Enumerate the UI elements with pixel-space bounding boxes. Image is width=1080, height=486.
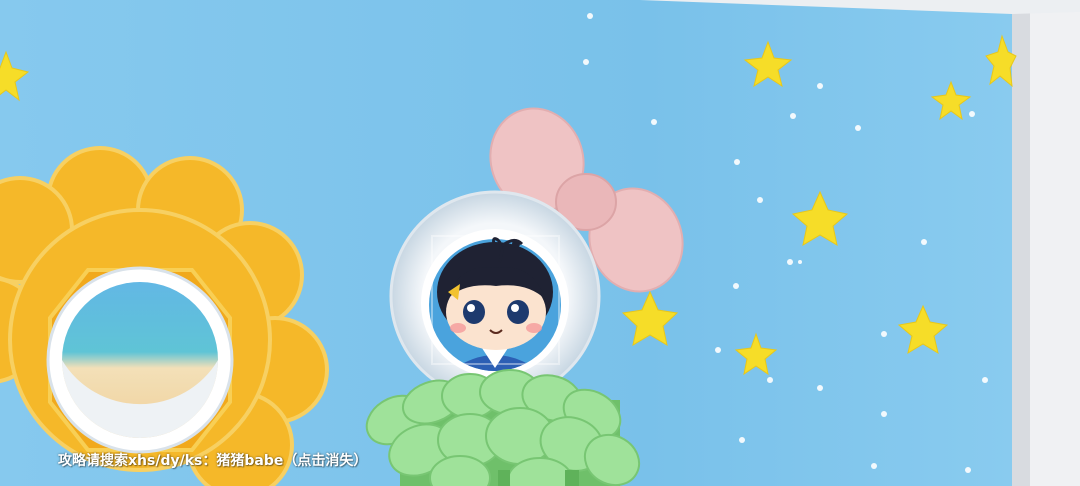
game-scene: 攻略请搜索xhs/dy/ks：猪猪babe（点击消失） [0,0,1080,486]
character-porthole [389,190,601,402]
guide-hint-text[interactable]: 攻略请搜索xhs/dy/ks：猪猪babe（点击消失） [58,450,367,470]
